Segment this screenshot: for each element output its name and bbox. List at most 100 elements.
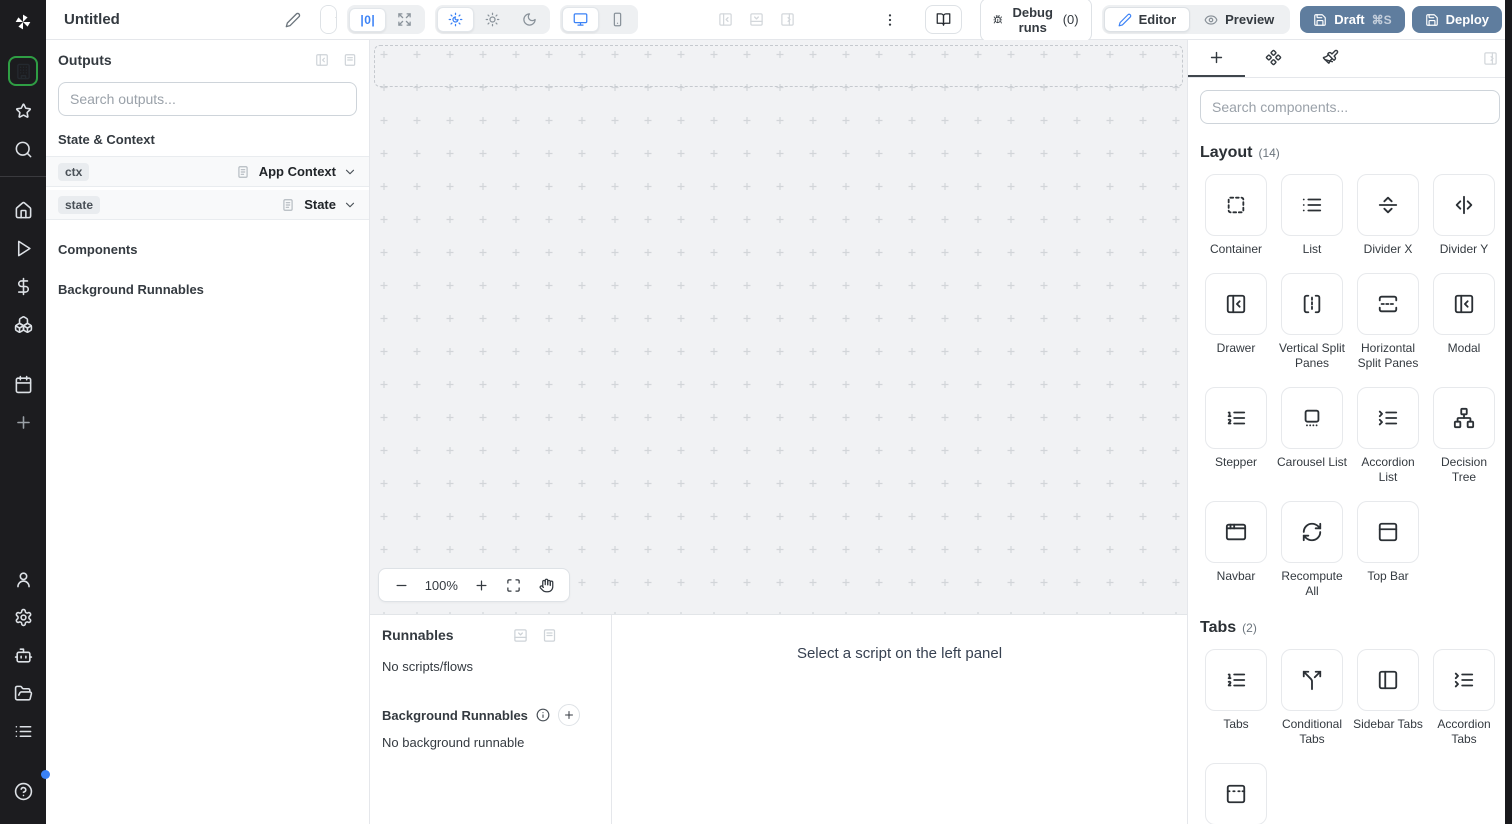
component-card[interactable] [1433,174,1495,236]
component-card[interactable] [1433,273,1495,335]
component-card[interactable] [1281,174,1343,236]
sidebar-item-schedules[interactable] [0,365,46,403]
component-card[interactable] [1205,273,1267,335]
undo-button[interactable] [320,6,337,33]
sidebar-item-home[interactable] [0,191,46,229]
panel-bottom-close-icon[interactable] [513,628,528,643]
component-card[interactable] [1357,501,1419,563]
component-card[interactable] [1433,649,1495,711]
main-sidebar [0,0,50,824]
sidebar-item-folders[interactable] [0,674,46,712]
search-components-input[interactable] [1200,90,1500,124]
theme-auto-toggle[interactable] [437,7,475,32]
sidebar-item-workers[interactable] [0,636,46,674]
search-outputs-input[interactable] [58,82,357,116]
sidebar-item-help[interactable] [0,770,50,810]
script-editor-placeholder: Select a script on the left panel [612,615,1187,824]
component-card[interactable] [1205,501,1267,563]
sidebar-item-apps[interactable] [8,56,38,86]
theme-dark-toggle[interactable] [511,7,548,32]
add-background-runnable-button[interactable] [557,704,580,726]
drawer-icon [1225,293,1247,315]
save-icon [1425,13,1439,27]
home-icon [14,201,33,220]
eye-icon [1204,13,1218,27]
component-item: Navbar [1200,501,1272,599]
empty-grid-dropzone[interactable] [374,45,1183,87]
panel-doc-icon[interactable] [343,53,357,67]
fit-view-button[interactable] [504,576,523,595]
component-card[interactable] [1281,387,1343,449]
component-sections: Layout (14) Container List Divider X Div… [1200,144,1500,824]
undo-redo-group [319,5,338,34]
component-item: Tabs [1200,649,1272,747]
divider-y-icon [1453,194,1475,216]
output-row-ctx[interactable]: ctx App Context [46,157,369,187]
sidebar-item-logs[interactable] [0,712,46,750]
component-card[interactable] [1281,501,1343,563]
theme-light-toggle[interactable] [474,7,511,32]
tab-component-settings[interactable] [1245,40,1302,77]
mobile-view-toggle[interactable] [599,7,636,32]
sidebar-item-settings[interactable] [0,598,46,636]
tab-styling[interactable] [1302,40,1359,77]
panel-right-close-icon[interactable] [780,12,795,27]
panel-bottom-close-icon[interactable] [749,12,764,27]
component-card[interactable] [1357,387,1419,449]
sidebar-item-user[interactable] [0,560,46,598]
sidebar-item-search[interactable] [0,130,46,168]
device-toggle-group [560,5,639,34]
tab-preview[interactable]: Preview [1190,7,1288,32]
sidebar-item-resources[interactable] [0,305,46,343]
tab-editor[interactable]: Editor [1103,7,1191,32]
sidebar-item-variables[interactable] [0,267,46,305]
sidebar-item-add[interactable] [0,403,46,441]
component-label: Accordion Tabs [1437,717,1491,746]
dollar-icon [14,277,33,296]
component-card[interactable] [1357,273,1419,335]
component-item: Conditional Tabs [1276,649,1348,747]
component-item: Drawer [1200,273,1272,371]
split-icon [1301,669,1323,691]
draft-button[interactable]: Draft ⌘S [1300,6,1405,33]
debug-runs-button[interactable]: Debug runs (0) [980,0,1092,42]
zoom-in-button[interactable] [472,576,491,595]
network-icon [1453,407,1475,429]
section-count: (14) [1258,146,1280,160]
desktop-view-toggle[interactable] [562,7,600,32]
component-card[interactable] [1205,174,1267,236]
boxes-icon [14,315,33,334]
component-card[interactable] [1281,273,1343,335]
component-item: Decision Tree [1428,387,1500,485]
component-card[interactable] [1433,387,1495,449]
output-row-label: App Context [258,164,336,179]
docs-button[interactable] [925,5,963,34]
panel-left-close-icon[interactable] [315,53,329,67]
component-card[interactable] [1357,174,1419,236]
moon-icon [522,12,537,27]
component-label: Recompute All [1281,569,1343,598]
panel-doc-icon[interactable] [542,628,557,643]
component-card[interactable] [1357,649,1419,711]
component-item: Carousel List [1276,387,1348,485]
more-menu-button[interactable] [877,7,903,33]
app-canvas[interactable]: 100% [370,40,1187,614]
expand-canvas-toggle[interactable] [386,7,423,32]
windmill-logo[interactable] [0,0,46,44]
component-card[interactable] [1281,649,1343,711]
output-row-state[interactable]: state State [46,190,369,220]
rename-app-button[interactable] [280,7,306,33]
panel-left-icon [1377,669,1399,691]
section-title: Layout [1200,144,1253,161]
component-card[interactable] [1205,649,1267,711]
pan-mode-button[interactable] [537,576,556,595]
deploy-button[interactable]: Deploy [1411,6,1502,33]
sidebar-item-runs[interactable] [0,229,46,267]
sidebar-item-favorites[interactable] [0,92,46,130]
zoom-out-button[interactable] [392,576,411,595]
component-card[interactable] [1205,387,1267,449]
pixel-perfect-toggle[interactable]: |0| [349,7,387,32]
panel-left-close-icon[interactable] [718,12,733,27]
tab-insert-component[interactable] [1188,40,1245,77]
component-card[interactable] [1205,763,1267,824]
